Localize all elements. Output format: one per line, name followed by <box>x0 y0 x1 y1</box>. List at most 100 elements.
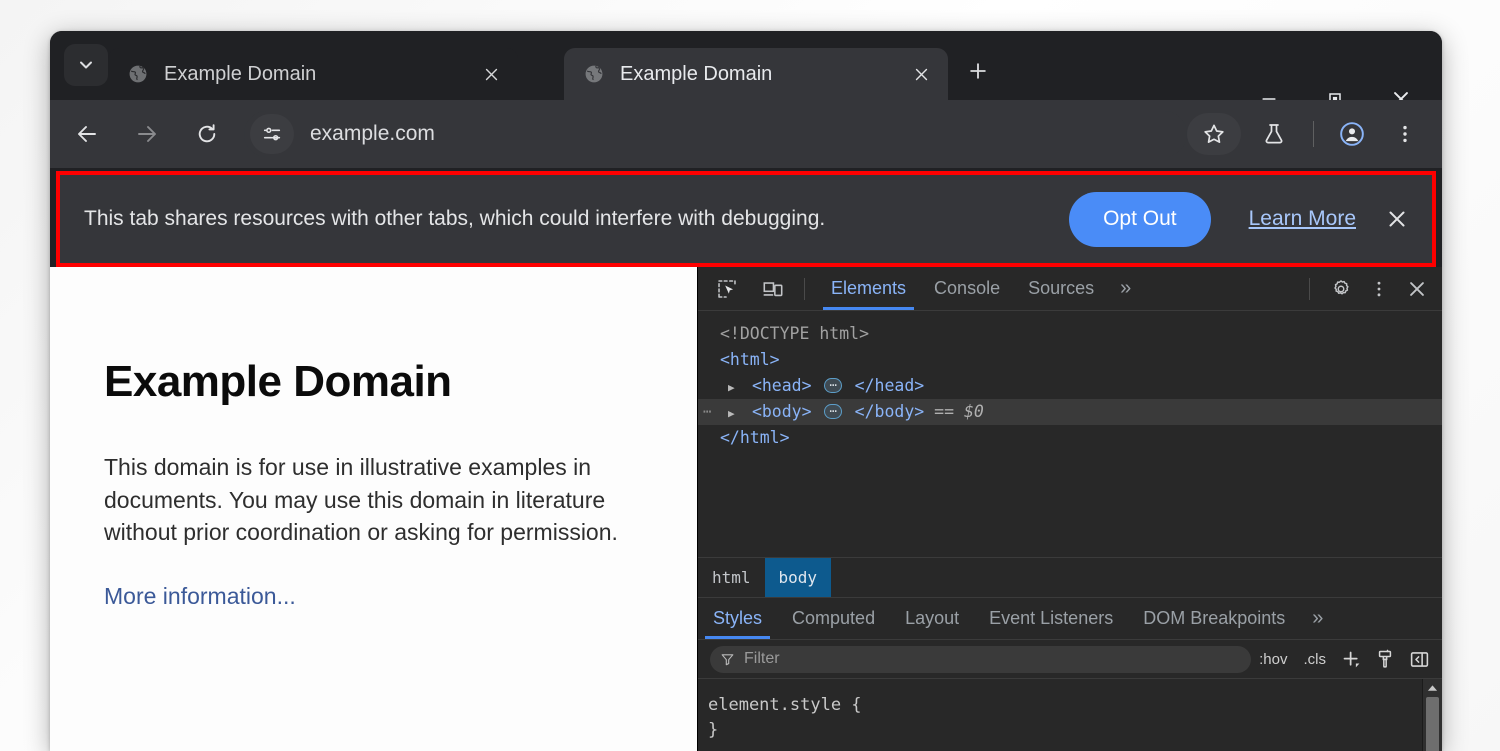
dom-node-text: </html> <box>720 428 790 447</box>
collapsed-children-badge[interactable]: ⋯ <box>824 404 841 419</box>
toggle-styles-sidebar-button[interactable] <box>1402 645 1436 673</box>
device-toolbar-icon[interactable] <box>754 272 792 306</box>
star-icon <box>1202 122 1226 146</box>
styles-filter-placeholder: Filter <box>744 650 780 668</box>
dom-node-close-tag: </body> <box>855 402 925 421</box>
bookmark-star-button[interactable] <box>1187 113 1241 155</box>
more-vertical-icon <box>1394 123 1416 145</box>
inspect-element-icon[interactable] <box>708 272 746 306</box>
address-bar-url[interactable]: example.com <box>310 122 435 146</box>
devtools-tab-console[interactable]: Console <box>920 267 1014 310</box>
arrow-right-icon <box>135 122 159 146</box>
toggle-pseudo-hov-button[interactable]: :hov <box>1251 651 1295 668</box>
computed-styles-paintbrush-button[interactable] <box>1368 645 1402 673</box>
plus-icon <box>967 60 989 82</box>
devtools-more-options-button[interactable] <box>1360 272 1398 306</box>
dom-row[interactable]: <html> <box>698 347 1442 373</box>
collapsed-children-badge[interactable]: ⋯ <box>824 378 841 393</box>
styles-filter-input[interactable]: Filter <box>710 646 1251 673</box>
element-style-closing-brace: } <box>708 718 1442 743</box>
profile-avatar-button[interactable] <box>1330 113 1374 155</box>
site-information-icon[interactable] <box>250 114 294 154</box>
devtools-toolbar-actions <box>1297 272 1442 306</box>
new-style-rule-button[interactable] <box>1334 645 1368 673</box>
browser-window: Example Domain Example Domain <box>50 31 1442 751</box>
devtools-close-button[interactable] <box>1398 272 1436 306</box>
devtools-tab-elements[interactable]: Elements <box>817 267 920 310</box>
tab-close-button[interactable] <box>908 61 934 87</box>
selected-node-reference: == $0 <box>934 402 984 421</box>
back-button[interactable] <box>66 113 108 155</box>
devtools-tab-sources[interactable]: Sources <box>1014 267 1108 310</box>
close-icon <box>1406 278 1428 300</box>
sidebar-toggle-icon <box>1409 649 1430 670</box>
inspect-cursor-icon <box>716 278 738 300</box>
dom-row[interactable]: <!DOCTYPE html> <box>698 321 1442 347</box>
caret-up-icon <box>1427 684 1438 692</box>
tune-sliders-icon <box>261 123 283 145</box>
new-tab-button[interactable] <box>956 51 1000 91</box>
debugger-shared-resources-infobar: This tab shares resources with other tab… <box>60 175 1432 263</box>
address-bar[interactable]: example.com <box>244 111 1187 157</box>
styles-tabbar: Styles Computed Layout Event Listeners D… <box>698 598 1442 640</box>
chrome-menu-button[interactable] <box>1382 113 1428 155</box>
globe-favicon-icon <box>583 63 605 85</box>
devtools-more-tabs-button[interactable]: » <box>1108 277 1143 300</box>
breadcrumb-item-html[interactable]: html <box>698 558 765 597</box>
scrollbar-thumb[interactable] <box>1426 697 1439 751</box>
tab-example-domain-1[interactable]: Example Domain <box>108 48 518 100</box>
expand-triangle-icon[interactable]: ▶ <box>728 401 742 427</box>
responsive-device-icon <box>762 278 784 300</box>
opt-out-button[interactable]: Opt Out <box>1069 192 1211 247</box>
devtools-settings-button[interactable] <box>1322 272 1360 306</box>
styles-tab-event-listeners[interactable]: Event Listeners <box>974 598 1128 639</box>
breadcrumb: html body <box>698 557 1442 598</box>
dom-row[interactable]: ▶ <head> ⋯ </head> <box>698 373 1442 399</box>
node-badge-dots: ⋯ <box>703 399 712 425</box>
tab-title: Example Domain <box>620 63 772 86</box>
dom-row[interactable]: ⋯ ▶ <body> ⋯ </body> == $0 <box>698 399 1442 425</box>
infobar-close-button[interactable] <box>1382 204 1412 234</box>
page-viewport: Example Domain This domain is for use in… <box>50 267 697 751</box>
dom-row[interactable]: </html> <box>698 425 1442 451</box>
devtools-panel: Elements Console Sources » <box>697 267 1442 751</box>
learn-more-link[interactable]: Learn More <box>1249 207 1356 231</box>
page-paragraph: This domain is for use in illustrative e… <box>104 451 649 549</box>
styles-tab-computed[interactable]: Computed <box>777 598 890 639</box>
breadcrumb-item-body[interactable]: body <box>765 558 832 597</box>
close-icon <box>913 66 930 83</box>
scrollbar-up-arrow-icon[interactable] <box>1423 679 1442 696</box>
page-title: Example Domain <box>104 357 650 407</box>
plus-new-rule-icon <box>1341 649 1362 670</box>
close-icon <box>1385 207 1409 231</box>
styles-content: element.style { } <box>698 679 1442 751</box>
toolbar-actions <box>1187 113 1442 155</box>
styles-filter-bar: Filter :hov .cls <box>698 640 1442 679</box>
chevron-down-icon <box>76 55 96 75</box>
styles-scrollbar[interactable] <box>1422 679 1442 751</box>
infobar-highlight-box: This tab shares resources with other tab… <box>56 171 1436 267</box>
tab-search-button[interactable] <box>64 44 108 86</box>
element-style-selector[interactable]: element.style { <box>708 693 1442 718</box>
page-content: Example Domain This domain is for use in… <box>50 267 650 610</box>
labs-flask-button[interactable] <box>1251 113 1297 155</box>
tab-example-domain-2[interactable]: Example Domain <box>564 48 948 100</box>
gear-icon <box>1330 278 1352 300</box>
styles-more-tabs-button[interactable]: » <box>1300 607 1335 630</box>
toggle-element-classes-button[interactable]: .cls <box>1296 651 1335 668</box>
reload-button[interactable] <box>186 113 228 155</box>
account-circle-icon <box>1339 121 1365 147</box>
styles-tab-dom-breakpoints[interactable]: DOM Breakpoints <box>1128 598 1300 639</box>
globe-favicon-icon <box>127 63 149 85</box>
tab-strip: Example Domain Example Domain <box>50 31 1442 100</box>
forward-button[interactable] <box>126 113 168 155</box>
reload-icon <box>195 122 219 146</box>
element-style-rule[interactable]: element.style { } <box>708 693 1442 743</box>
styles-tab-layout[interactable]: Layout <box>890 598 974 639</box>
expand-triangle-icon[interactable]: ▶ <box>728 375 742 401</box>
dom-node-open-tag: <head> <box>752 376 812 395</box>
dom-tree[interactable]: <!DOCTYPE html> <html> ▶ <head> ⋯ </head… <box>698 311 1442 557</box>
styles-tab-styles[interactable]: Styles <box>698 598 777 639</box>
more-information-link[interactable]: More information... <box>104 583 296 610</box>
tab-close-button[interactable] <box>478 61 504 87</box>
